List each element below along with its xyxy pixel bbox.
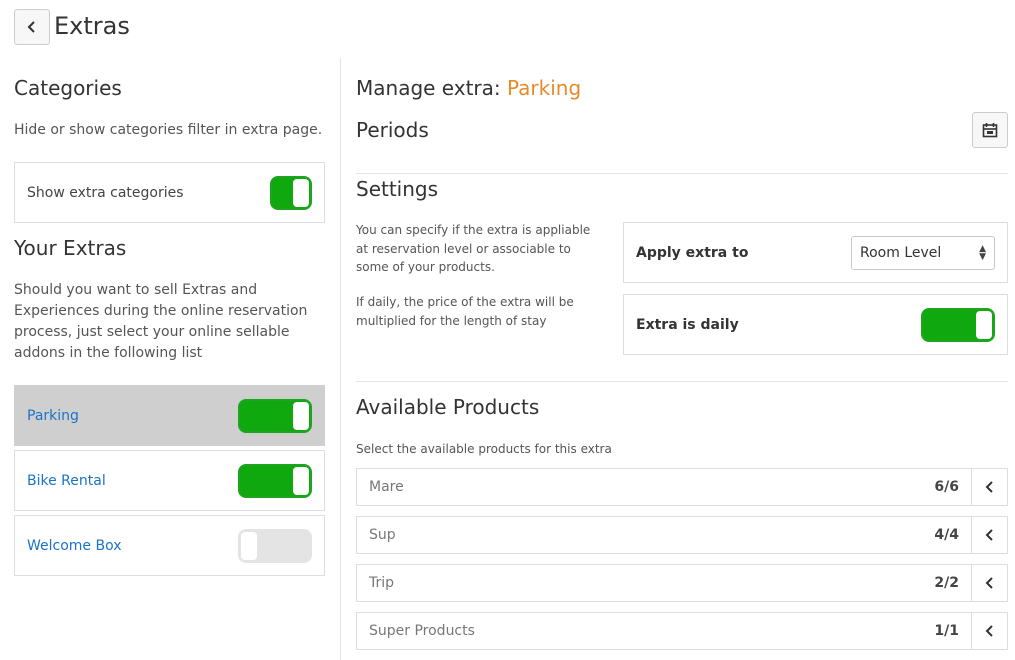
- manage-extra-title: Manage extra: Parking: [356, 76, 581, 100]
- extra-daily-label: Extra is daily: [636, 316, 739, 333]
- product-row-sup[interactable]: Sup 4/4: [356, 516, 1008, 554]
- extra-toggle-parking[interactable]: [238, 398, 312, 433]
- chevron-left-icon: [27, 21, 35, 33]
- product-count: 4/4: [934, 527, 959, 543]
- page-title: Extras: [54, 12, 130, 40]
- expand-button[interactable]: [971, 517, 1007, 553]
- extra-toggle-bike-rental[interactable]: [238, 463, 312, 498]
- your-extras-heading: Your Extras: [14, 236, 127, 260]
- apply-extra-value: Room Level: [860, 244, 942, 261]
- settings-text-2: If daily, the price of the extra will be…: [356, 295, 574, 328]
- select-arrows-icon: ▲ ▼: [979, 243, 986, 262]
- divider: [356, 173, 1008, 174]
- product-count: 1/1: [934, 623, 959, 639]
- extra-item-bike-rental[interactable]: Bike Rental: [14, 450, 325, 511]
- extra-item-welcome-box[interactable]: Welcome Box: [14, 515, 325, 576]
- extra-daily-toggle[interactable]: [921, 307, 995, 342]
- product-row-trip[interactable]: Trip 2/2: [356, 564, 1008, 602]
- divider: [356, 381, 1008, 382]
- product-row-super-products[interactable]: Super Products 1/1: [356, 612, 1008, 650]
- apply-extra-label: Apply extra to: [636, 244, 749, 261]
- chevron-left-icon: [985, 529, 993, 541]
- apply-extra-select[interactable]: Room Level ▲ ▼: [851, 235, 995, 270]
- back-button[interactable]: [14, 9, 50, 45]
- extra-item-parking[interactable]: Parking: [14, 385, 325, 446]
- periods-heading: Periods: [356, 118, 429, 142]
- settings-heading: Settings: [356, 177, 439, 201]
- extra-item-label[interactable]: Welcome Box: [27, 538, 122, 554]
- manage-extra-name: Parking: [507, 76, 582, 100]
- settings-text-1: You can specify if the extra is appliabl…: [356, 223, 591, 274]
- chevron-left-icon: [985, 625, 993, 637]
- product-count: 2/2: [934, 575, 959, 591]
- manage-extra-prefix: Manage extra:: [356, 76, 508, 100]
- show-categories-label: Show extra categories: [27, 184, 184, 201]
- chevron-left-icon: [985, 577, 993, 589]
- product-count: 6/6: [934, 479, 959, 495]
- available-products-heading: Available Products: [356, 395, 540, 419]
- product-name: Super Products: [369, 623, 475, 639]
- product-name: Mare: [369, 479, 404, 495]
- show-categories-toggle[interactable]: [270, 175, 312, 210]
- available-products-description: Select the available products for this e…: [356, 442, 612, 456]
- categories-description: Hide or show categories filter in extra …: [14, 122, 323, 138]
- extra-item-label[interactable]: Parking: [27, 408, 79, 424]
- apply-extra-setting: Apply extra to Room Level ▲ ▼: [623, 222, 1008, 283]
- expand-button[interactable]: [971, 565, 1007, 601]
- categories-heading: Categories: [14, 76, 122, 100]
- product-row-mare[interactable]: Mare 6/6: [356, 468, 1008, 506]
- periods-calendar-button[interactable]: [972, 112, 1008, 148]
- expand-button[interactable]: [971, 469, 1007, 505]
- product-name: Trip: [369, 575, 395, 591]
- your-extras-description: Should you want to sell Extras and Exper…: [14, 282, 308, 361]
- extra-toggle-welcome-box[interactable]: [238, 528, 312, 563]
- calendar-icon: [982, 123, 998, 138]
- show-categories-card: Show extra categories: [14, 162, 325, 223]
- expand-button[interactable]: [971, 613, 1007, 649]
- column-divider: [340, 58, 341, 660]
- product-name: Sup: [369, 527, 396, 543]
- extra-item-label[interactable]: Bike Rental: [27, 473, 106, 489]
- extra-daily-setting: Extra is daily: [623, 294, 1008, 355]
- chevron-left-icon: [985, 481, 993, 493]
